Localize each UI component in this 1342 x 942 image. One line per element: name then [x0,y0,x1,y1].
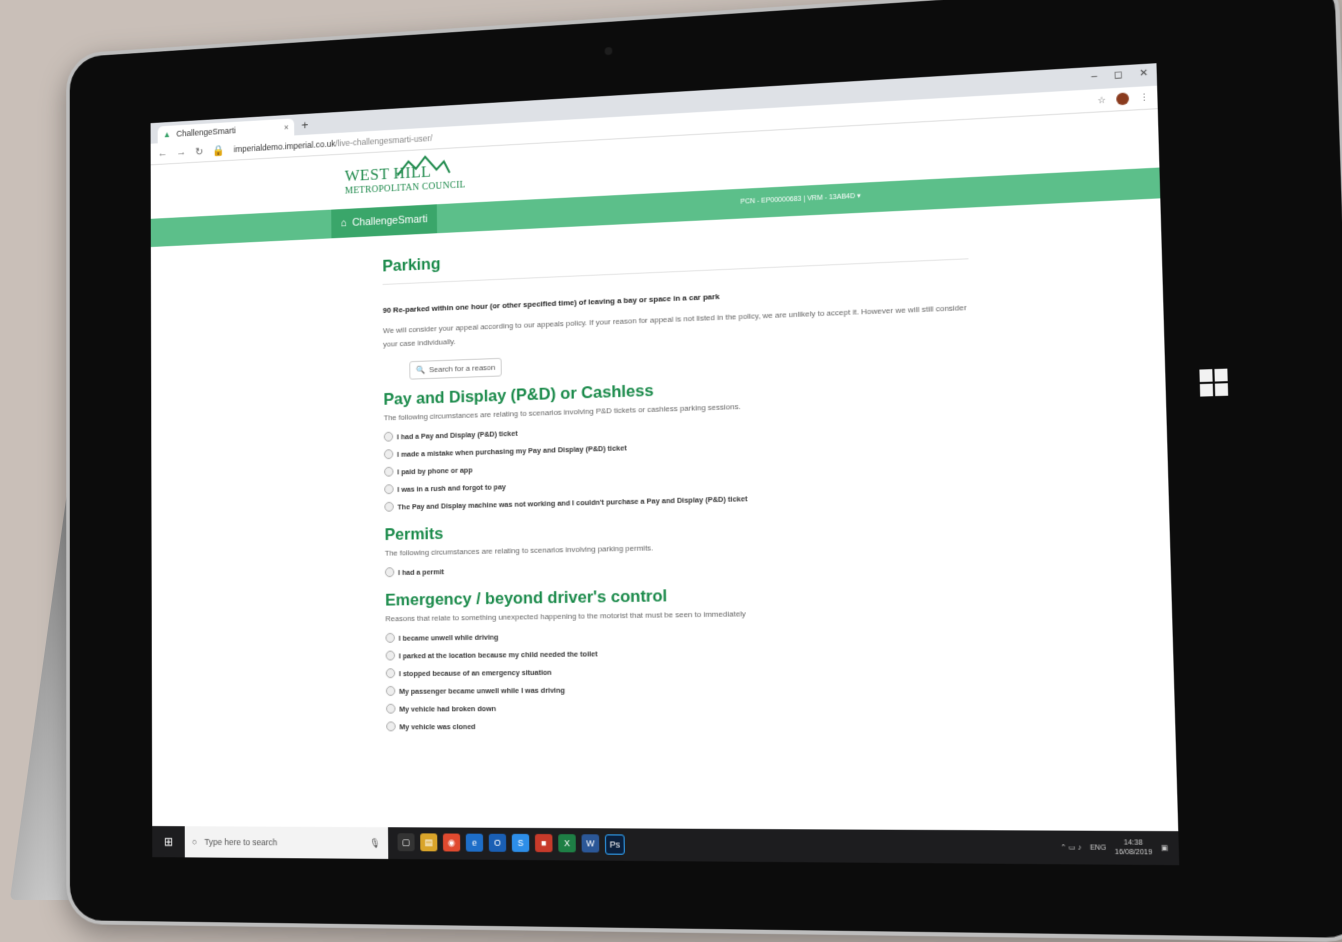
main-content: Parking 90 Re-parked within one hour (or… [382,230,979,745]
radio-button[interactable] [384,567,395,578]
reason-option-label: The Pay and Display machine was not work… [397,493,748,511]
reason-option[interactable]: I stopped because of an emergency situat… [385,663,978,679]
reason-option[interactable]: My vehicle had broken down [386,700,979,714]
reason-option[interactable]: I had a permit [384,557,976,578]
photoshop-icon[interactable]: Ps [604,834,625,855]
clock-date: 16/08/2019 [1114,848,1153,857]
clock-time: 14:38 [1123,839,1143,847]
cortana-icon: ○ [192,836,198,847]
back-icon[interactable]: ← [158,147,168,159]
app-red-icon[interactable]: ■ [534,833,553,853]
reason-option-label: I parked at the location because my chil… [398,648,598,660]
reason-option[interactable]: My passenger became unwell while I was d… [385,682,979,696]
reason-option-label: I was in a rush and forgot to pay [397,481,506,494]
windows-button-icon [1199,368,1229,397]
session-info: PCN - EP00000683 | VRM - 13AB4D [740,193,856,206]
system-tray: ⌃ ▭ ♪ ENG 14:38 16/08/2019 ▣ [1060,838,1179,858]
maximize-button[interactable]: ◻ [1114,69,1123,81]
reason-option-label: My vehicle had broken down [399,703,497,714]
mountains-logo-icon [395,153,451,177]
lock-icon: 🔒 [212,144,225,157]
radio-button[interactable] [383,431,394,442]
page-title: Parking [382,254,441,276]
radio-button[interactable] [384,484,394,495]
skype-icon[interactable]: S [511,833,530,853]
reason-search-placeholder: Search for a reason [428,362,496,375]
edge-icon[interactable]: e [465,833,484,852]
radio-button[interactable] [383,449,394,460]
radio-button[interactable] [384,466,394,477]
reason-option-label: I paid by phone or app [397,465,473,476]
reason-option-label: I had a Pay and Display (P&D) ticket [396,428,518,441]
window-controls: – ◻ ✕ [1091,68,1148,83]
site-favicon-icon: ▲ [162,129,171,140]
radio-button[interactable] [385,668,396,679]
excel-icon[interactable]: X [558,834,576,853]
radio-button[interactable] [385,650,396,661]
radio-button[interactable] [384,501,394,512]
reason-option-label: My vehicle was cloned [399,721,476,731]
close-window-button[interactable]: ✕ [1139,68,1148,80]
url-path: /live-challengesmarti-user/ [335,133,433,149]
minimize-button[interactable]: – [1091,71,1097,83]
file-explorer-icon[interactable]: ▤ [420,833,438,852]
menu-kebab-icon[interactable]: ⋮ [1139,92,1149,104]
reason-search-input[interactable]: 🔍 Search for a reason [409,357,503,380]
reason-option-label: I became unwell while driving [398,632,499,643]
tablet-device: ▲ ChallengeSmarti × + – ◻ ✕ ← → ↻ 🔒 impe… [66,0,1342,942]
web-page: WEST HILL METROPOLITAN COUNCIL ⌂ Challen… [150,108,1179,831]
windows-taskbar: ⊞ ○ Type here to search 🎙 ▢ ▤ ◉ e O S ■ … [152,826,1180,866]
url-host: imperialdemo.imperial.co.uk [233,138,336,155]
new-tab-button[interactable]: + [294,117,316,135]
tab-title: ChallengeSmarti [176,125,236,139]
session-dropdown[interactable]: PCN - EP00000683 | VRM - 13AB4D ▾ [740,192,860,206]
reason-option-label: I made a mistake when purchasing my Pay … [396,442,627,459]
radio-button[interactable] [385,632,395,643]
reason-option-label: My passenger became unwell while I was d… [399,685,565,696]
chrome-icon[interactable]: ◉ [442,833,461,852]
outlook-icon[interactable]: O [488,833,507,852]
clock[interactable]: 14:38 16/08/2019 [1114,838,1153,857]
radio-button[interactable] [385,685,396,696]
top-navbar: ⌂ ChallengeSmarti PCN - EP00000683 | VRM… [150,167,1161,248]
category-list: Pay and Display (P&D) or Cashless The fol… [383,370,979,732]
mic-icon[interactable]: 🎙 [370,838,381,849]
word-icon[interactable]: W [581,834,600,853]
tablet-screen: ▲ ChallengeSmarti × + – ◻ ✕ ← → ↻ 🔒 impe… [150,63,1180,866]
tray-icons[interactable]: ⌃ ▭ ♪ [1060,843,1081,852]
search-icon: 🔍 [415,365,426,375]
category-title: Emergency / beyond driver's control [385,586,668,610]
task-view-icon[interactable]: ▢ [397,833,415,852]
category-section: Pay and Display (P&D) or Cashless The fol… [383,370,974,512]
radio-button[interactable] [386,721,396,732]
reason-option-label: I had a permit [398,566,444,577]
category-section: Emergency / beyond driver's control Reaso… [385,581,979,732]
reload-icon[interactable]: ↻ [195,145,203,158]
tab-close-icon[interactable]: × [284,123,289,133]
taskbar-search-box[interactable]: ○ Type here to search 🎙 [184,826,389,859]
reason-option[interactable]: I became unwell while driving [385,626,977,643]
brand-label: ChallengeSmarti [352,213,428,229]
taskbar-apps: ▢ ▤ ◉ e O S ■ X W Ps [397,833,625,855]
start-button-icon[interactable]: ⊞ [152,835,185,849]
reason-option-label: I stopped because of an emergency situat… [398,667,552,678]
language-indicator[interactable]: ENG [1090,844,1106,851]
home-icon: ⌂ [340,217,347,230]
brand-home-link[interactable]: ⌂ ChallengeSmarti [331,204,438,239]
camera [604,46,613,56]
taskbar-search-placeholder: Type here to search [204,837,278,848]
reason-option[interactable]: My vehicle was cloned [386,719,979,732]
bookmark-star-icon[interactable]: ☆ [1097,94,1106,106]
category-section: Permits The following circumstances are r… [384,512,976,578]
reason-option[interactable]: I parked at the location because my chil… [385,644,978,661]
profile-avatar[interactable] [1116,92,1130,106]
forward-icon[interactable]: → [176,146,186,158]
notifications-icon[interactable]: ▣ [1161,844,1168,852]
radio-button[interactable] [386,703,396,714]
